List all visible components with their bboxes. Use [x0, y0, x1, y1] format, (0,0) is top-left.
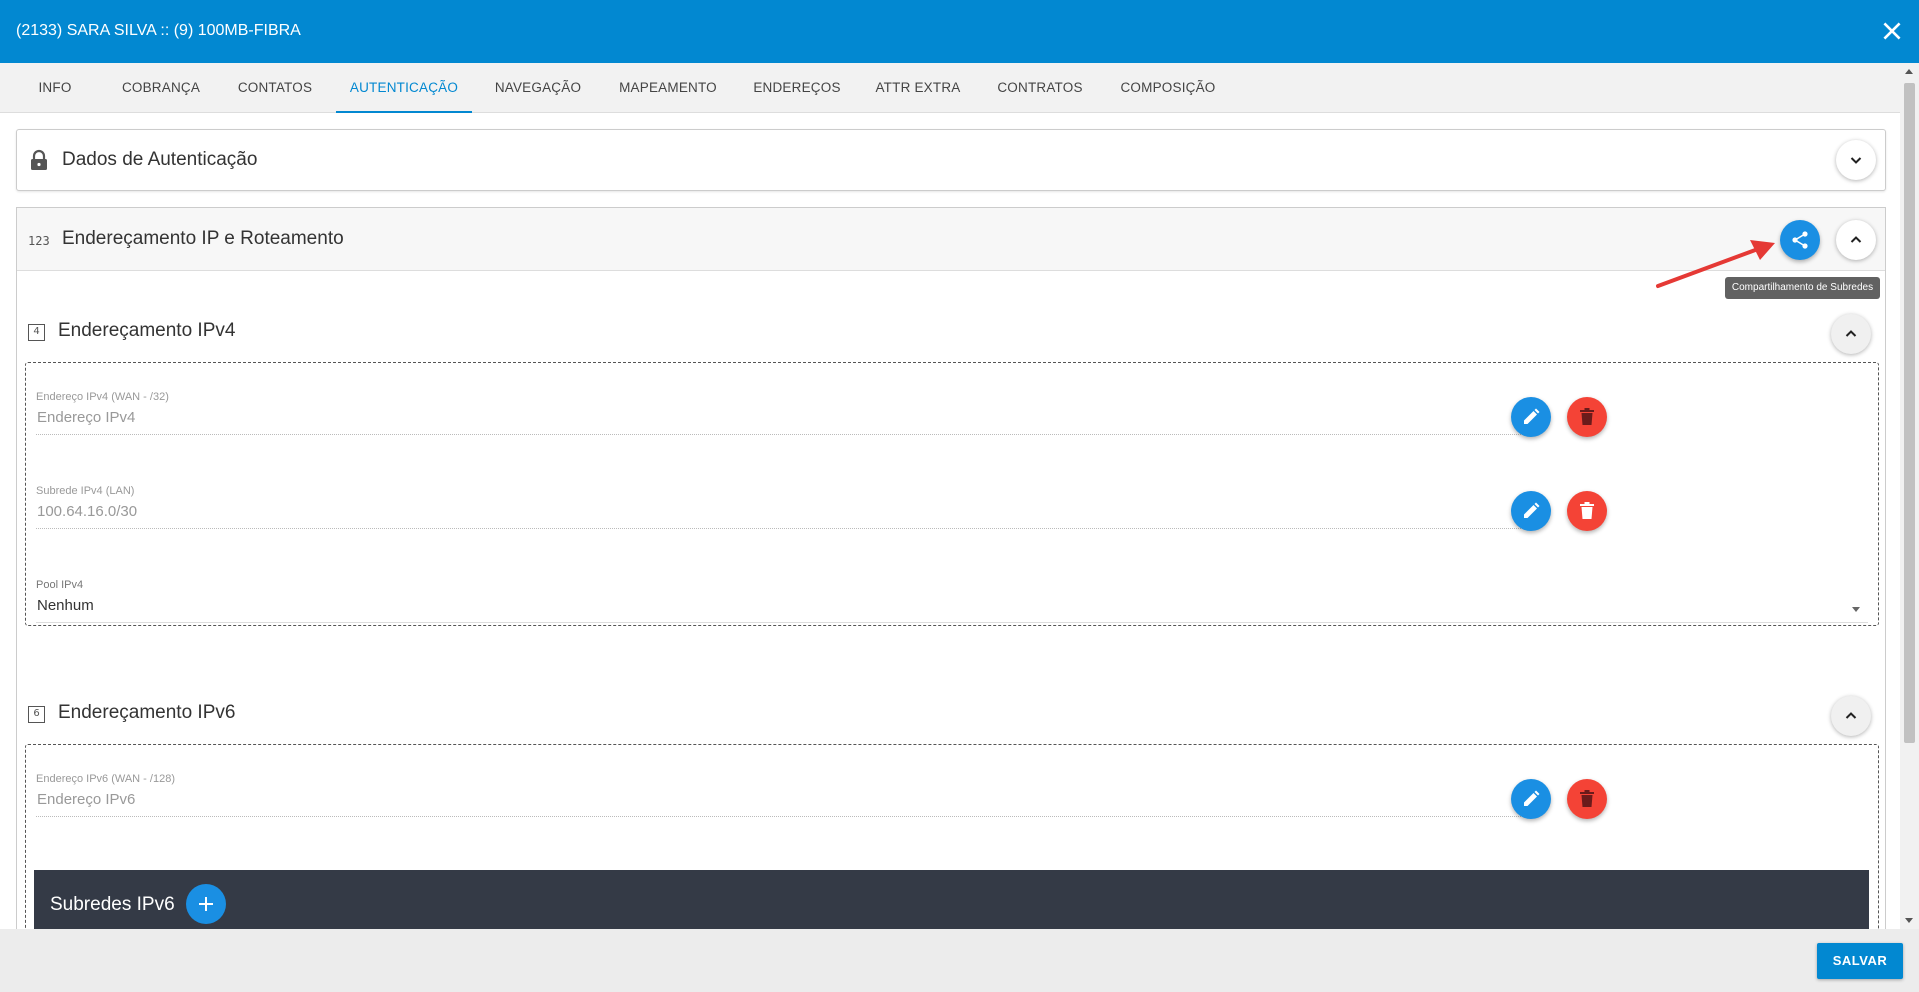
chevron-down-icon — [1850, 157, 1862, 164]
collapse-ipv6-button[interactable] — [1831, 696, 1871, 736]
tab-mapeamento[interactable]: MAPEAMENTO — [608, 63, 728, 113]
ipv6-subnets-header: Subredes IPv6 — [34, 870, 1869, 929]
ipv4-lan-label: Subrede IPv4 (LAN) — [36, 485, 135, 497]
edit-ipv4-lan-button[interactable] — [1511, 491, 1551, 531]
tab-composicao[interactable]: COMPOSIÇÃO — [1110, 63, 1226, 113]
modal-footer: SALVAR — [0, 929, 1919, 992]
tab-navegacao[interactable]: NAVEGAÇÃO — [486, 63, 590, 113]
pencil-icon — [1524, 408, 1540, 424]
tab-attr-extra[interactable]: ATTR EXTRA — [866, 63, 970, 113]
share-icon — [1792, 231, 1808, 249]
numbers-icon: 123 — [28, 234, 50, 248]
ip-routing-panel-header[interactable]: 123 Endereçamento IP e Roteamento — [16, 207, 1886, 271]
tab-content: Dados de Autenticação 123 Endereçamento … — [0, 113, 1900, 929]
ipv6-icon: 6 — [28, 706, 45, 723]
scrollbar-thumb[interactable] — [1904, 83, 1915, 743]
ipv6-wan-label: Endereço IPv6 (WAN - /128) — [36, 773, 175, 785]
delete-ipv6-wan-button[interactable] — [1567, 779, 1607, 819]
plus-icon — [199, 897, 213, 911]
ipv4-pool-label: Pool IPv4 — [36, 579, 84, 591]
tab-autenticacao[interactable]: AUTENTICAÇÃO — [336, 63, 472, 113]
ipv4-fields-box: Endereço IPv4 (WAN - /32) Endereço IPv4 … — [25, 362, 1879, 626]
annotation-arrow-icon — [1656, 240, 1775, 288]
ipv4-wan-label: Endereço IPv4 (WAN - /32) — [36, 391, 169, 403]
expand-auth-button[interactable] — [1836, 140, 1876, 180]
ip-routing-panel-title: Endereçamento IP e Roteamento — [62, 228, 344, 249]
tab-bar: INFO COBRANÇA CONTATOS AUTENTICAÇÃO NAVE… — [0, 63, 1900, 113]
tab-contratos[interactable]: CONTRATOS — [988, 63, 1092, 113]
scroll-down-icon[interactable] — [1905, 918, 1913, 923]
ipv6-section-title: Endereçamento IPv6 — [58, 702, 236, 723]
tab-contatos[interactable]: CONTATOS — [228, 63, 322, 113]
scrollbar[interactable] — [1900, 63, 1919, 929]
collapse-ipv4-button[interactable] — [1831, 314, 1871, 354]
auth-panel-title: Dados de Autenticação — [62, 149, 258, 170]
ipv4-lan-input[interactable]: 100.64.16.0/30 — [37, 503, 137, 520]
trash-icon — [1580, 790, 1594, 807]
ipv6-wan-underline — [36, 816, 1523, 817]
ipv4-icon: 4 — [28, 324, 45, 341]
lock-icon — [31, 149, 47, 170]
chevron-up-icon — [1845, 712, 1857, 719]
modal-title: (2133) SARA SILVA :: (9) 100MB-FIBRA — [16, 22, 301, 39]
edit-ipv4-wan-button[interactable] — [1511, 397, 1551, 437]
delete-ipv4-lan-button[interactable] — [1567, 491, 1607, 531]
pencil-icon — [1524, 502, 1540, 518]
add-ipv6-subnet-button[interactable] — [186, 884, 226, 924]
tab-info[interactable]: INFO — [26, 63, 84, 113]
dropdown-arrow-icon[interactable] — [1852, 607, 1860, 612]
scroll-up-icon[interactable] — [1905, 69, 1913, 74]
ipv4-pool-select[interactable]: Nenhum — [37, 597, 94, 614]
auth-panel[interactable]: Dados de Autenticação — [16, 129, 1886, 191]
edit-ipv6-wan-button[interactable] — [1511, 779, 1551, 819]
pencil-icon — [1524, 790, 1540, 806]
collapse-ip-routing-button[interactable] — [1836, 220, 1876, 260]
ipv4-wan-input[interactable]: Endereço IPv4 — [37, 409, 135, 426]
delete-ipv4-wan-button[interactable] — [1567, 397, 1607, 437]
tab-cobranca[interactable]: COBRANÇA — [112, 63, 210, 113]
ipv4-section-title: Endereçamento IPv4 — [58, 320, 236, 341]
modal-titlebar: (2133) SARA SILVA :: (9) 100MB-FIBRA — [0, 0, 1919, 63]
share-subnets-button[interactable] — [1780, 220, 1820, 260]
chevron-up-icon — [1850, 236, 1862, 243]
tab-enderecos[interactable]: ENDEREÇOS — [746, 63, 848, 113]
trash-icon — [1580, 502, 1594, 519]
ipv4-wan-underline — [36, 434, 1523, 435]
ipv4-pool-underline — [36, 622, 1868, 623]
close-icon[interactable] — [1879, 18, 1905, 44]
ipv4-lan-underline — [36, 528, 1523, 529]
chevron-up-icon — [1845, 330, 1857, 337]
trash-icon — [1580, 408, 1594, 425]
ipv6-wan-input[interactable]: Endereço IPv6 — [37, 791, 135, 808]
ipv6-subnets-title: Subredes IPv6 — [50, 894, 175, 915]
save-button[interactable]: SALVAR — [1817, 943, 1903, 979]
